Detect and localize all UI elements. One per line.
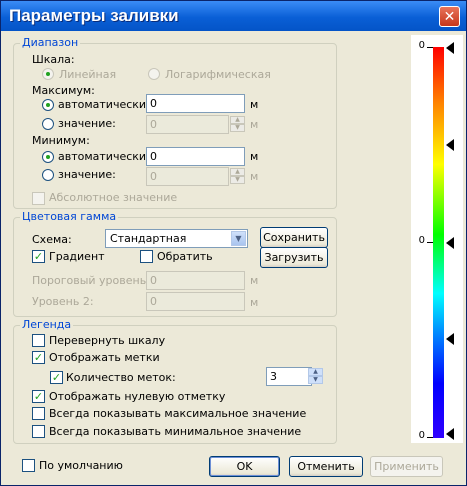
scale-label-middle: 0 [418,235,425,246]
min-auto-label: автоматически [58,150,147,163]
load-scheme-button[interactable]: Загрузить [260,247,328,268]
level2-unit: м [250,296,259,309]
apply-button[interactable]: Применить [370,456,443,477]
max-auto-label: автоматически [58,98,147,111]
color-stop-marker[interactable] [446,333,454,345]
max-label: Максимум: [32,84,95,97]
default-checkbox[interactable] [22,459,35,472]
show-zero-checkbox[interactable]: ✓ [32,390,45,403]
close-button[interactable]: ✕ [439,6,460,27]
flip-scale-checkbox[interactable] [32,334,45,347]
show-marks-checkbox[interactable]: ✓ [32,351,45,364]
threshold-label: Пороговый уровень: [32,274,150,287]
color-stop-marker[interactable] [446,428,454,440]
title-bar[interactable]: Параметры заливки ✕ [1,1,466,31]
close-icon: ✕ [443,9,456,25]
show-max-checkbox[interactable] [32,407,45,420]
level2-field[interactable]: 0 [146,292,245,311]
max-auto-field[interactable]: 0 [146,94,245,113]
dialog-title: Параметры заливки [9,6,179,25]
chevron-down-icon[interactable]: ▼ [231,231,246,246]
ok-button[interactable]: OK [209,456,280,477]
max-auto-radio[interactable] [42,99,54,111]
palette-group-title: Цветовая гамма [20,210,119,223]
scale-log-label: Логарифмическая [165,68,271,81]
marks-count-spinner[interactable]: ▲ ▼ [308,368,323,385]
threshold-field[interactable]: 0 [146,271,245,290]
show-max-label: Всегда показывать максимальное значение [49,407,307,420]
marks-count-field[interactable]: 3 [266,367,312,386]
min-value-unit: м [250,170,259,183]
min-value-field[interactable]: 0 [146,167,229,186]
max-value-radio[interactable] [42,118,54,130]
scale-linear-radio[interactable] [42,68,54,80]
range-group-title: Диапазон [20,36,81,49]
min-auto-field[interactable]: 0 [146,147,245,166]
max-value-unit: м [250,118,259,131]
max-value-spinner[interactable]: ▲ ▼ [230,116,245,133]
scale-tick-top [427,47,433,48]
threshold-unit: м [250,274,259,287]
scale-log-radio[interactable] [148,68,160,80]
arrow-up-icon[interactable]: ▲ [308,368,323,376]
cancel-button[interactable]: Отменить [289,456,363,477]
scale-tick-middle [427,242,433,243]
scale-label-bottom: 0 [418,430,425,441]
max-auto-unit: м [250,98,259,111]
scheme-select-value: Стандартная [110,232,187,245]
show-min-checkbox[interactable] [32,425,45,438]
default-label: По умолчанию [39,459,123,472]
min-value-spinner[interactable]: ▲ ▼ [230,168,245,185]
scale-label-top: 0 [418,40,425,51]
min-auto-radio[interactable] [42,151,54,163]
marks-count-checkbox[interactable]: ✓ [50,371,63,384]
scheme-label: Схема: [32,233,72,246]
fill-parameters-dialog: Параметры заливки ✕ Диапазон Шкала: Лине… [0,0,467,486]
arrow-up-icon[interactable]: ▲ [230,168,245,176]
arrow-up-icon[interactable]: ▲ [230,116,245,124]
color-stop-marker[interactable] [446,42,454,54]
min-label: Минимум: [32,134,90,147]
scale-tick-bottom [427,437,433,438]
show-zero-label: Отображать нулевую отметку [49,390,226,403]
show-min-label: Всегда показывать минимальное значение [49,425,302,438]
min-value-radio[interactable] [42,169,54,181]
invert-checkbox[interactable] [140,250,153,263]
show-marks-label: Отображать метки [49,351,160,364]
max-value-field[interactable]: 0 [146,115,229,134]
scale-label: Шкала: [32,53,75,66]
absolute-value-checkbox[interactable] [32,192,45,205]
color-stop-marker[interactable] [446,139,454,151]
scale-linear-label: Линейная [59,68,117,81]
flip-scale-label: Перевернуть шкалу [49,334,166,347]
max-value-label: значение: [58,117,116,130]
legend-group-title: Легенда [20,318,74,331]
min-value-label: значение: [58,168,116,181]
level2-label: Уровень 2: [32,295,94,308]
arrow-down-icon[interactable]: ▼ [308,376,323,384]
color-scale-preview: 0 0 0 [411,35,463,443]
color-gradient-bar [433,47,444,438]
arrow-down-icon[interactable]: ▼ [230,124,245,132]
color-stop-marker[interactable] [446,237,454,249]
gradient-label: Градиент [49,250,105,263]
absolute-value-label: Абсолютное значение [49,191,178,204]
arrow-down-icon[interactable]: ▼ [230,176,245,184]
invert-label: Обратить [157,250,213,263]
min-auto-unit: м [250,150,259,163]
gradient-checkbox[interactable]: ✓ [32,250,45,263]
scheme-select[interactable]: Стандартная ▼ [105,229,248,248]
save-scheme-button[interactable]: Сохранить [260,227,328,248]
marks-count-label: Количество меток: [66,371,176,384]
